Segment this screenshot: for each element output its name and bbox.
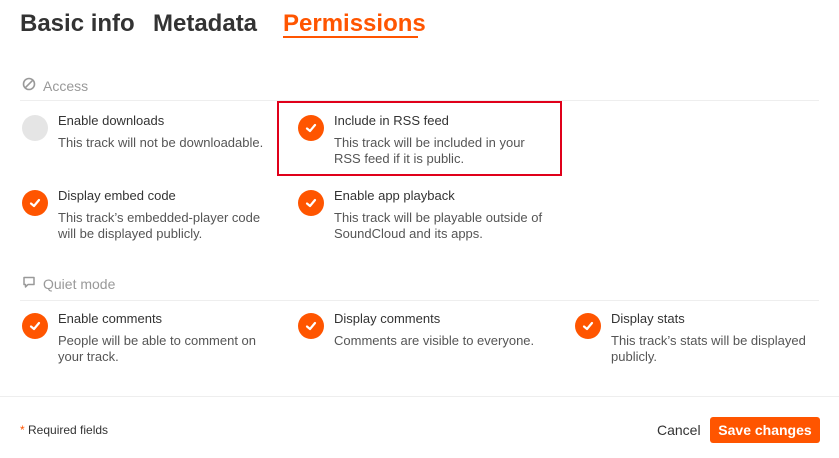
checkbox-display-stats[interactable]	[575, 313, 601, 339]
option-title: Enable app playback	[334, 188, 455, 203]
option-description: Comments are visible to everyone.	[334, 333, 535, 348]
checkbox-enable-comments[interactable]	[22, 313, 48, 339]
section-divider	[20, 300, 819, 301]
required-star: *	[20, 423, 25, 437]
option-title: Display comments	[334, 311, 441, 326]
active-tab-indicator	[283, 36, 418, 38]
save-changes-button[interactable]: Save changes	[710, 417, 820, 443]
speech-bubble-icon	[22, 275, 36, 292]
option-title: Enable comments	[58, 311, 163, 326]
tab-metadata[interactable]: Metadata	[153, 8, 257, 40]
prohibited-icon	[22, 77, 36, 94]
checkmark-icon	[29, 198, 41, 208]
required-fields-note: * Required fields	[20, 423, 108, 437]
checkmark-icon	[582, 321, 594, 331]
checkmark-icon	[305, 123, 317, 133]
checkbox-include-rss[interactable]	[298, 115, 324, 141]
section-quiet-header: Quiet mode	[22, 275, 115, 292]
option-description: This track’s stats will be displayed pub…	[611, 333, 806, 364]
cancel-button[interactable]: Cancel	[657, 422, 701, 438]
section-quiet-title: Quiet mode	[43, 275, 116, 292]
option-description: This track will not be downloadable.	[58, 135, 264, 150]
checkbox-app-playback[interactable]	[298, 190, 324, 216]
option-title: Display embed code	[58, 188, 176, 203]
option-title: Include in RSS feed	[334, 113, 449, 128]
option-description: This track’s embedded-player code will b…	[58, 210, 261, 241]
option-title: Display stats	[611, 311, 685, 326]
section-access-title: Access	[43, 77, 89, 94]
checkmark-icon	[305, 198, 317, 208]
tab-basic-info[interactable]: Basic info	[20, 8, 135, 40]
option-title: Enable downloads	[58, 113, 165, 128]
option-description: This track will be included in your RSS …	[334, 135, 525, 166]
footer-divider	[0, 396, 839, 397]
checkmark-icon	[29, 321, 41, 331]
checkbox-display-embed[interactable]	[22, 190, 48, 216]
section-access-header: Access	[22, 77, 88, 94]
option-description: People will be able to comment on your t…	[58, 333, 257, 364]
option-description: This track will be playable outside of S…	[334, 210, 543, 241]
checkbox-display-comments[interactable]	[298, 313, 324, 339]
checkbox-enable-downloads[interactable]	[22, 115, 48, 141]
required-fields-label: Required fields	[28, 423, 109, 437]
checkmark-icon	[305, 321, 317, 331]
